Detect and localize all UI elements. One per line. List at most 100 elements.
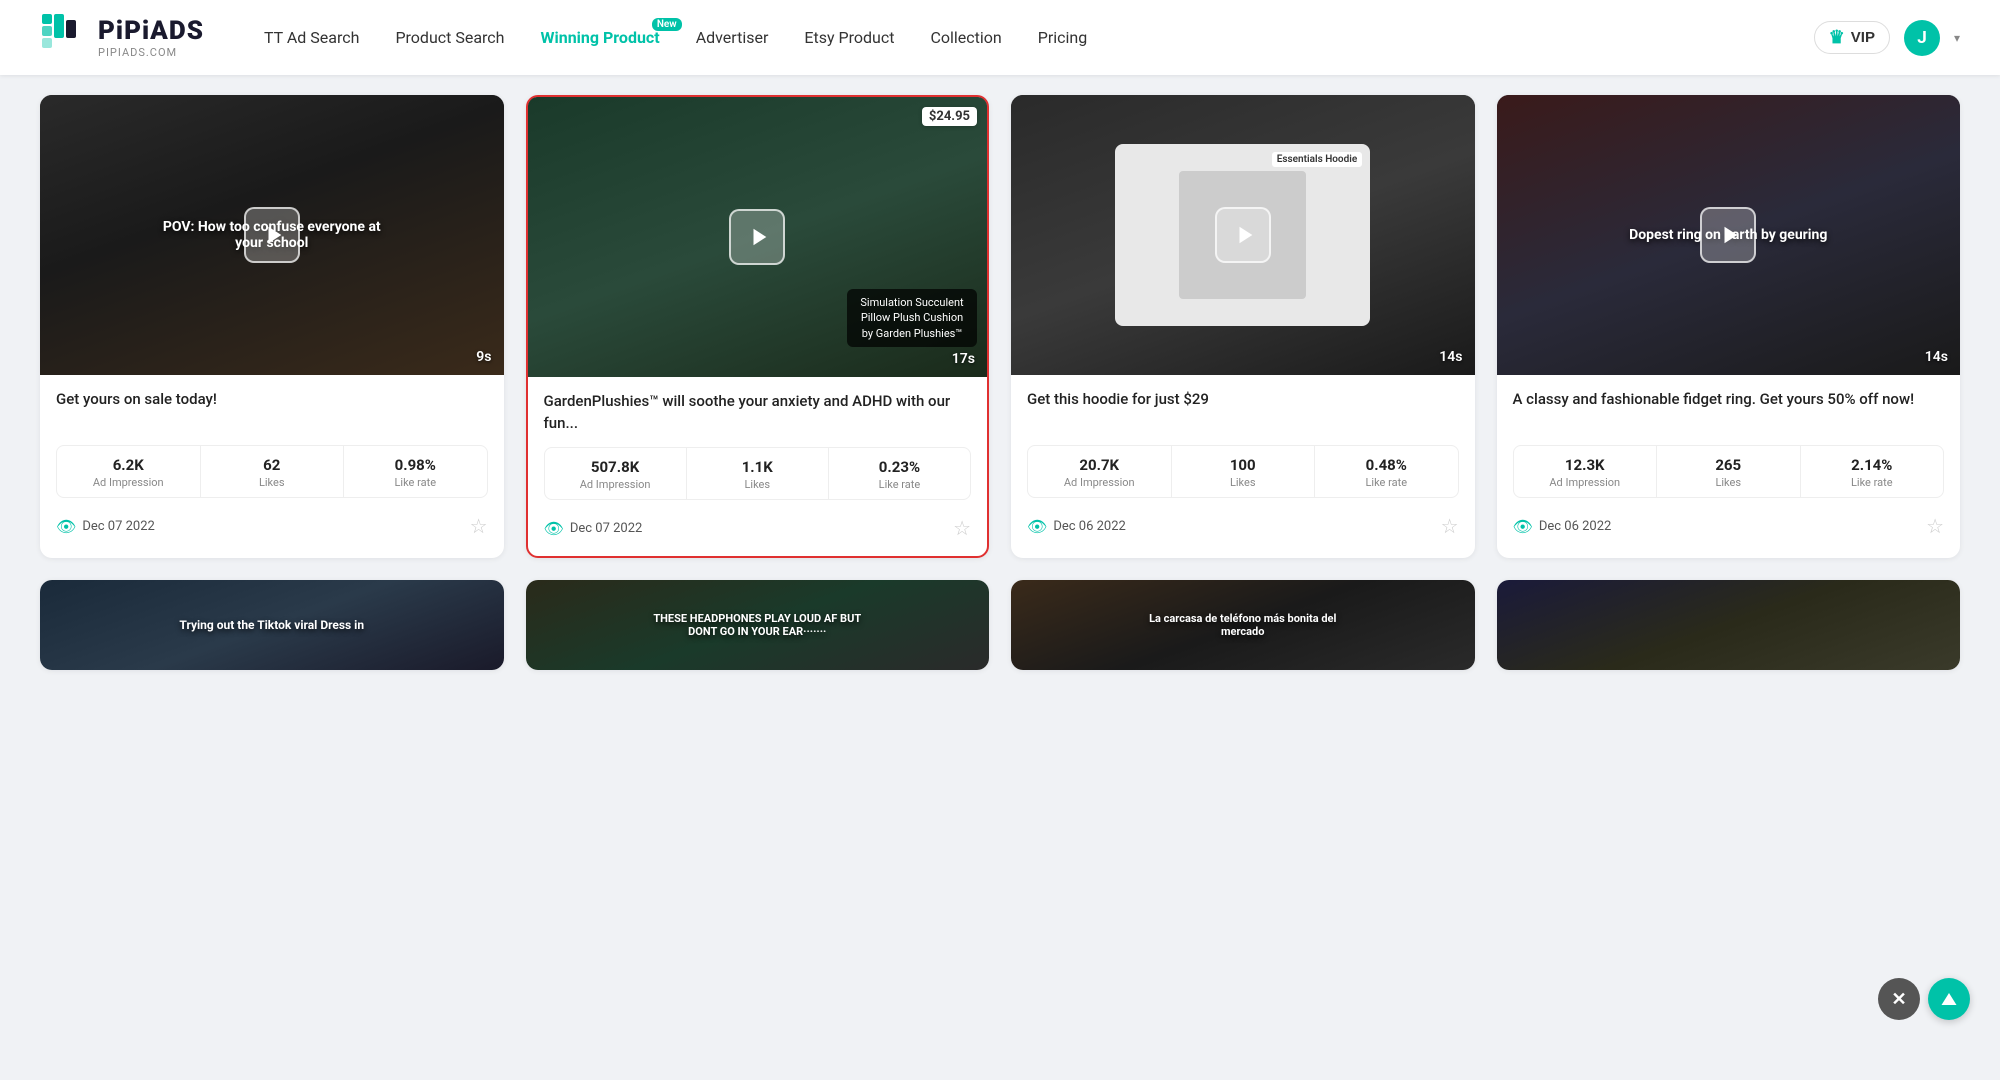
logo[interactable]: PiPiADS PIPIADS.COM <box>40 12 204 64</box>
card-date-text-3: Dec 06 2022 <box>1053 519 1126 534</box>
dropdown-caret-icon[interactable]: ▾ <box>1954 31 1960 45</box>
card-thumb-5[interactable]: Trying out the Tiktok viral Dress in <box>40 580 504 670</box>
ad-card-1: POV: How too confuse everyone at your sc… <box>40 95 504 558</box>
play-button-4[interactable] <box>1700 207 1756 263</box>
crown-icon: ♛ <box>1829 27 1845 48</box>
stat-impression-1: 6.2K Ad Impression <box>57 446 201 497</box>
play-button-2[interactable] <box>729 209 785 265</box>
eye-icon-4: 👁 <box>1513 517 1533 536</box>
header-right: ♛ VIP J ▾ <box>1814 20 1960 56</box>
stat-likes-label-3: Likes <box>1176 476 1311 489</box>
stat-likes-label-4: Likes <box>1661 476 1796 489</box>
stat-likes-4: 265 Likes <box>1657 446 1801 497</box>
card-thumb-bg-5: Trying out the Tiktok viral Dress in <box>40 580 504 670</box>
card-body-4: A classy and fashionable fidget ring. Ge… <box>1497 375 1961 554</box>
star-icon-4[interactable]: ☆ <box>1926 514 1944 538</box>
stat-likerate-2: 0.23% Like rate <box>829 448 970 499</box>
card-thumb-bg-8 <box>1497 580 1961 670</box>
card-thumb-2[interactable]: $24.95 Simulation Succulent Pillow Plush… <box>528 97 988 377</box>
card-thumb-7[interactable]: La carcasa de teléfono más bonita del me… <box>1011 580 1475 670</box>
nav-product-search[interactable]: Product Search <box>395 28 504 47</box>
main-content: POV: How too confuse everyone at your sc… <box>0 75 2000 710</box>
vip-button[interactable]: ♛ VIP <box>1814 21 1890 54</box>
card-thumb-6[interactable]: THESE HEADPHONES PLAY LOUD AF BUT DONT G… <box>526 580 990 670</box>
nav-pricing[interactable]: Pricing <box>1038 28 1088 47</box>
card-date-1: 👁 Dec 07 2022 <box>56 517 155 536</box>
stat-likes-label-1: Likes <box>205 476 340 489</box>
card-thumb-bg-3: Essentials Hoodie 14s <box>1011 95 1475 375</box>
stat-likerate-label-1: Like rate <box>348 476 483 489</box>
stat-impression-2: 507.8K Ad Impression <box>545 448 687 499</box>
card-stats-2: 507.8K Ad Impression 1.1K Likes 0.23% Li… <box>544 447 972 500</box>
card-date-4: 👁 Dec 06 2022 <box>1513 517 1612 536</box>
card-thumb-bg-6: THESE HEADPHONES PLAY LOUD AF BUT DONT G… <box>526 580 990 670</box>
card-body-3: Get this hoodie for just $29 20.7K Ad Im… <box>1011 375 1475 554</box>
stat-likes-1: 62 Likes <box>201 446 345 497</box>
stat-likerate-label-4: Like rate <box>1805 476 1940 489</box>
card-thumb-1[interactable]: POV: How too confuse everyone at your sc… <box>40 95 504 375</box>
eye-icon-3: 👁 <box>1027 517 1047 536</box>
stat-likerate-1: 0.98% Like rate <box>344 446 487 497</box>
stat-likes-value-1: 62 <box>205 456 340 474</box>
card-date-3: 👁 Dec 06 2022 <box>1027 517 1126 536</box>
card-text-overlay-5: Trying out the Tiktok viral Dress in <box>179 618 364 632</box>
stat-likes-value-4: 265 <box>1661 456 1796 474</box>
stat-impression-value-4: 12.3K <box>1518 456 1653 474</box>
star-icon-1[interactable]: ☆ <box>470 514 488 538</box>
help-icon: ✕ <box>1891 989 1906 1010</box>
stat-likerate-label-2: Like rate <box>833 478 966 491</box>
stat-likerate-4: 2.14% Like rate <box>1801 446 1944 497</box>
stat-likes-3: 100 Likes <box>1172 446 1316 497</box>
card-text-overlay-6: THESE HEADPHONES PLAY LOUD AF BUT DONT G… <box>641 612 873 638</box>
nav-etsy-product[interactable]: Etsy Product <box>804 28 894 47</box>
eye-icon-1: 👁 <box>56 517 76 536</box>
card-footer-3: 👁 Dec 06 2022 ☆ <box>1027 510 1459 544</box>
stat-impression-label-1: Ad Impression <box>61 476 196 489</box>
scroll-to-top-button[interactable] <box>1928 978 1970 1020</box>
card-date-2: 👁 Dec 07 2022 <box>544 519 643 538</box>
stat-likerate-label-3: Like rate <box>1319 476 1454 489</box>
stat-likes-2: 1.1K Likes <box>687 448 829 499</box>
card-thumb-bg-2: $24.95 Simulation Succulent Pillow Plush… <box>528 97 988 377</box>
ad-card-3: Essentials Hoodie 14s Get this hoodie fo… <box>1011 95 1475 558</box>
new-badge: New <box>652 18 682 31</box>
avatar[interactable]: J <box>1904 20 1940 56</box>
card-date-text-4: Dec 06 2022 <box>1539 519 1612 534</box>
ad-card-7: La carcasa de teléfono más bonita del me… <box>1011 580 1475 670</box>
nav-tt-ad-search[interactable]: TT Ad Search <box>264 28 359 47</box>
stat-likerate-value-3: 0.48% <box>1319 456 1454 474</box>
card-thumb-3[interactable]: Essentials Hoodie 14s <box>1011 95 1475 375</box>
card-thumb-bg-4: Dopest ring on earth by geuring 14s <box>1497 95 1961 375</box>
card-thumb-bg-1: POV: How too confuse everyone at your sc… <box>40 95 504 375</box>
nav-winning-product[interactable]: Winning Product New <box>541 28 660 47</box>
card-duration-1: 9s <box>476 349 491 365</box>
help-button[interactable]: ✕ <box>1878 978 1920 1020</box>
ad-card-2: $24.95 Simulation Succulent Pillow Plush… <box>526 95 990 558</box>
card-grid-row1: POV: How too confuse everyone at your sc… <box>40 95 1960 558</box>
eye-icon-2: 👁 <box>544 519 564 538</box>
card-footer-2: 👁 Dec 07 2022 ☆ <box>544 512 972 546</box>
stat-impression-label-3: Ad Impression <box>1032 476 1167 489</box>
play-button-1[interactable] <box>244 207 300 263</box>
play-button-3[interactable] <box>1215 207 1271 263</box>
stat-likerate-value-1: 0.98% <box>348 456 483 474</box>
ad-card-5: Trying out the Tiktok viral Dress in <box>40 580 504 670</box>
logo-main-text: PiPiADS <box>98 16 204 46</box>
stat-impression-3: 20.7K Ad Impression <box>1028 446 1172 497</box>
star-icon-2[interactable]: ☆ <box>953 516 971 540</box>
card-thumb-8[interactable] <box>1497 580 1961 670</box>
avatar-letter: J <box>1917 28 1927 48</box>
nav-winning-product-label: Winning Product <box>541 28 660 47</box>
card-title-2: GardenPlushies™ will soothe your anxiety… <box>544 391 972 435</box>
star-icon-3[interactable]: ☆ <box>1441 514 1459 538</box>
card-stats-4: 12.3K Ad Impression 265 Likes 2.14% Like… <box>1513 445 1945 498</box>
stat-impression-value-3: 20.7K <box>1032 456 1167 474</box>
card-title-4: A classy and fashionable fidget ring. Ge… <box>1513 389 1945 433</box>
card-thumb-4[interactable]: Dopest ring on earth by geuring 14s <box>1497 95 1961 375</box>
stat-likerate-value-2: 0.23% <box>833 458 966 476</box>
nav-collection[interactable]: Collection <box>930 28 1001 47</box>
stat-likerate-value-4: 2.14% <box>1805 456 1940 474</box>
ad-card-6: THESE HEADPHONES PLAY LOUD AF BUT DONT G… <box>526 580 990 670</box>
stat-impression-value-1: 6.2K <box>61 456 196 474</box>
nav-advertiser[interactable]: Advertiser <box>696 28 769 47</box>
